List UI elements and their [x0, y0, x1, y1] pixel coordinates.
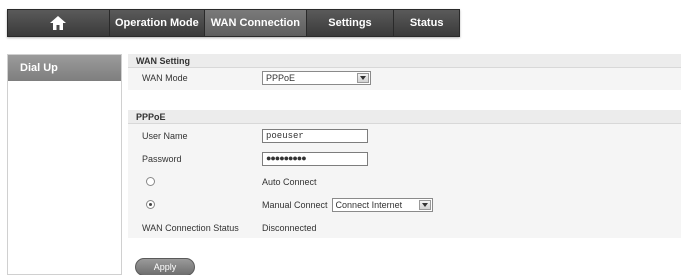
wan-mode-label: WAN Mode — [142, 73, 188, 83]
manual-connect-label: Manual Connect — [262, 199, 328, 210]
main-content: WAN Setting WAN Mode PPPoE PPPoE User Na… — [128, 54, 681, 238]
password-label: Password — [142, 153, 182, 164]
wan-status-label: WAN Connection Status — [142, 222, 239, 233]
nav-operation-mode[interactable]: Operation Mode — [110, 10, 206, 36]
top-nav-bar: Operation Mode WAN Connection Settings S… — [7, 9, 460, 37]
manual-connect-select[interactable]: Connect Internet — [331, 197, 433, 212]
manual-connect-option: Connect Internet — [335, 199, 403, 210]
nav-status[interactable]: Status — [394, 10, 459, 36]
wan-status-value: Disconnected — [262, 222, 317, 233]
chevron-down-icon — [418, 199, 431, 210]
username-field[interactable]: poeuser — [262, 128, 368, 143]
wan-mode-value: PPPoE — [266, 73, 296, 83]
nav-home[interactable] — [8, 10, 110, 36]
sidebar: Dial Up — [7, 54, 122, 275]
manual-connect-radio[interactable] — [146, 200, 155, 209]
radio-selected-dot — [149, 203, 152, 206]
wan-setting-title: WAN Setting — [128, 54, 681, 68]
pppoe-title: PPPoE — [128, 110, 681, 124]
sidebar-item-dial-up[interactable]: Dial Up — [8, 55, 121, 81]
wan-mode-select[interactable]: PPPoE — [262, 71, 371, 85]
nav-wan-connection[interactable]: WAN Connection — [205, 10, 307, 36]
password-field[interactable]: ●●●●●●●●● — [262, 151, 368, 166]
auto-connect-radio[interactable] — [146, 177, 155, 186]
wan-setting-panel: WAN Setting WAN Mode PPPoE — [128, 54, 681, 90]
apply-button[interactable]: Apply — [135, 258, 195, 275]
home-icon — [50, 16, 67, 30]
chevron-down-icon — [357, 73, 369, 83]
pppoe-panel: PPPoE User Name poeuser Password ●●●●●●●… — [128, 110, 681, 238]
username-label: User Name — [142, 130, 188, 141]
auto-connect-label: Auto Connect — [262, 176, 317, 187]
nav-settings[interactable]: Settings — [307, 10, 395, 36]
